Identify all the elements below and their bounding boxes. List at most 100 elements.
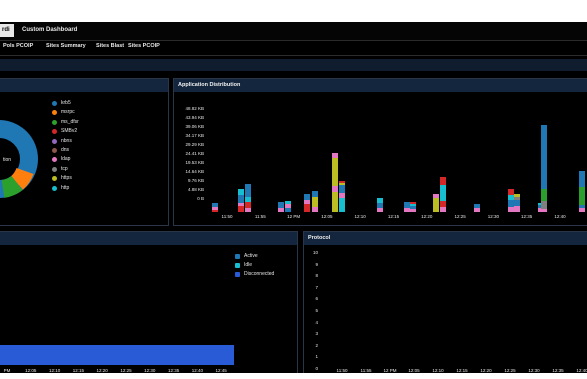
legend-marker [235,254,240,259]
protocol-title: Protocol [304,232,587,245]
chart-bar-segment [312,207,318,212]
donut-center-label: tion [3,157,11,163]
donut-slice-ms-dfsr [1,175,23,198]
x-tick-label: 12:15 [387,214,400,219]
chart-bar-segment [332,186,338,192]
legend-label: tcp [61,165,68,172]
y-tick-label: 6 [315,296,318,302]
app-distribution-panel: Application Distribution 48.82 KB 43.94 K… [173,78,587,226]
subtab-sites-pcoip[interactable]: Sites PCOIP [128,43,160,49]
chart-bar-segment [339,185,345,193]
legend-marker [52,119,57,125]
y-tick-label: 4.88 KB [187,187,204,192]
chart-bar-segment [304,194,310,200]
disconnected-area [0,345,234,365]
chart-bar-segment [410,206,416,209]
chart-bar-segment [238,203,244,206]
y-tick-label: 0 [315,366,318,371]
chart-bar-segment [339,193,345,198]
chart-bar-segment [474,204,480,208]
protocol-panel: Protocol 10 9 8 7 6 5 4 3 2 1 0 11:50 11:55 12 PM 12:… [303,231,587,379]
chart-bar-segment [238,189,244,195]
chart-bar-segment [377,208,383,212]
sessions-panel: Active Idle Disconnected PM 12:05 12:10 12:15… [0,231,298,379]
dashboard-tab-bar [0,22,587,41]
legend-label: msrpc [61,109,75,116]
chart-bar-segment [285,201,291,204]
y-tick-label: 1 [315,354,318,360]
chart-bar-segment [304,204,310,212]
y-tick-label: 7 [315,284,318,290]
y-tick-label: 29.29 KB [185,142,204,147]
legend-label: ldap [61,156,71,163]
chart-bar-segment [332,158,338,186]
y-tick-label: 9.76 KB [187,178,204,183]
chart-bar-segment [339,183,345,185]
sessions-panel-header [0,232,297,245]
chart-bar-segment [278,202,284,208]
y-tick-label: 8 [315,273,318,279]
tab-active[interactable]: rdi [0,24,14,37]
x-tick-label: 12:10 [354,214,366,219]
subtab-pools-pcoip[interactable]: Pols PCOIP [3,43,33,49]
donut-chart: tion [0,120,38,198]
x-tick-label: 12:30 [487,214,500,219]
y-tick-label: 43.94 KB [185,115,204,120]
chart-bar-segment [245,197,251,202]
x-tick-label: 12:05 [321,214,333,219]
app-distribution-title: Application Distribution [174,79,587,92]
y-tick-label: 14.64 KB [185,169,204,174]
chart-bar-segment [238,206,244,212]
y-tick-label: 24.41 KB [185,151,204,156]
chart-bar-segment [377,203,383,208]
dashboard-app: rdi Custom Dashboard Pols PCOIP Sites Su… [0,0,587,379]
chart-bar-segment [541,201,547,209]
bottom-margin [0,373,587,379]
chart-bar-segment [245,184,251,197]
sub-tab-bar [0,41,587,56]
chart-bar-segment [410,202,416,204]
chart-bar-segment [514,206,520,212]
donut-panel: tion krb5 msrpc ms_dfsr SMBv2 nbns dns ldap tcp… [0,78,169,226]
legend-label: http [61,184,70,191]
legend-label: Idle [244,262,253,268]
y-tick-label: 4 [315,319,318,325]
legend-marker [52,101,57,106]
y-tick-label: 34.17 KB [185,133,204,138]
chart-bar-segment [304,200,310,204]
chart-bar-segment [514,194,520,197]
chart-bar-segment [212,210,218,212]
tab-custom-dashboard[interactable]: Custom Dashboard [22,24,77,37]
subtab-sites-blast[interactable]: Sites Blast [96,43,124,49]
x-tick-label: 12 PM [287,214,301,219]
x-tick-label: 12:35 [521,214,533,219]
y-tick-label: 19.53 KB [185,160,204,165]
chart-bar-segment [514,200,520,206]
legend-label: dns [61,147,70,153]
chart-bar-segment [245,202,251,208]
legend-label: krb5 [61,100,71,106]
chart-bar-segment [474,208,480,212]
section-header-strip [0,59,587,71]
legend-marker [52,148,57,153]
chart-bar-segment [245,208,251,212]
chart-bar-segment [541,125,547,189]
y-tick-label: 0 B [197,196,204,201]
chart-bar-segment [579,171,585,187]
chart-bar-segment [332,192,338,212]
legend-label: Disconnected [244,271,275,277]
chart-bar-segment [440,201,446,207]
chart-bar-segment [579,208,585,212]
y-tick-label: 3 [315,331,318,337]
x-tick-label: 12:25 [454,214,466,219]
y-tick-label: 10 [312,250,318,255]
chart-bar-segment [285,204,291,208]
legend-label: SMBv2 [61,128,78,135]
legend-label: Active [244,253,258,259]
y-tick-label: 39.06 KB [185,124,204,129]
chart-bar-segment [332,153,338,158]
chart-bar-segment [410,209,416,212]
subtab-sites-summary[interactable]: Sites Summary [46,43,86,49]
chart-bar-segment [579,205,585,208]
chart-bar-segment [579,187,585,205]
